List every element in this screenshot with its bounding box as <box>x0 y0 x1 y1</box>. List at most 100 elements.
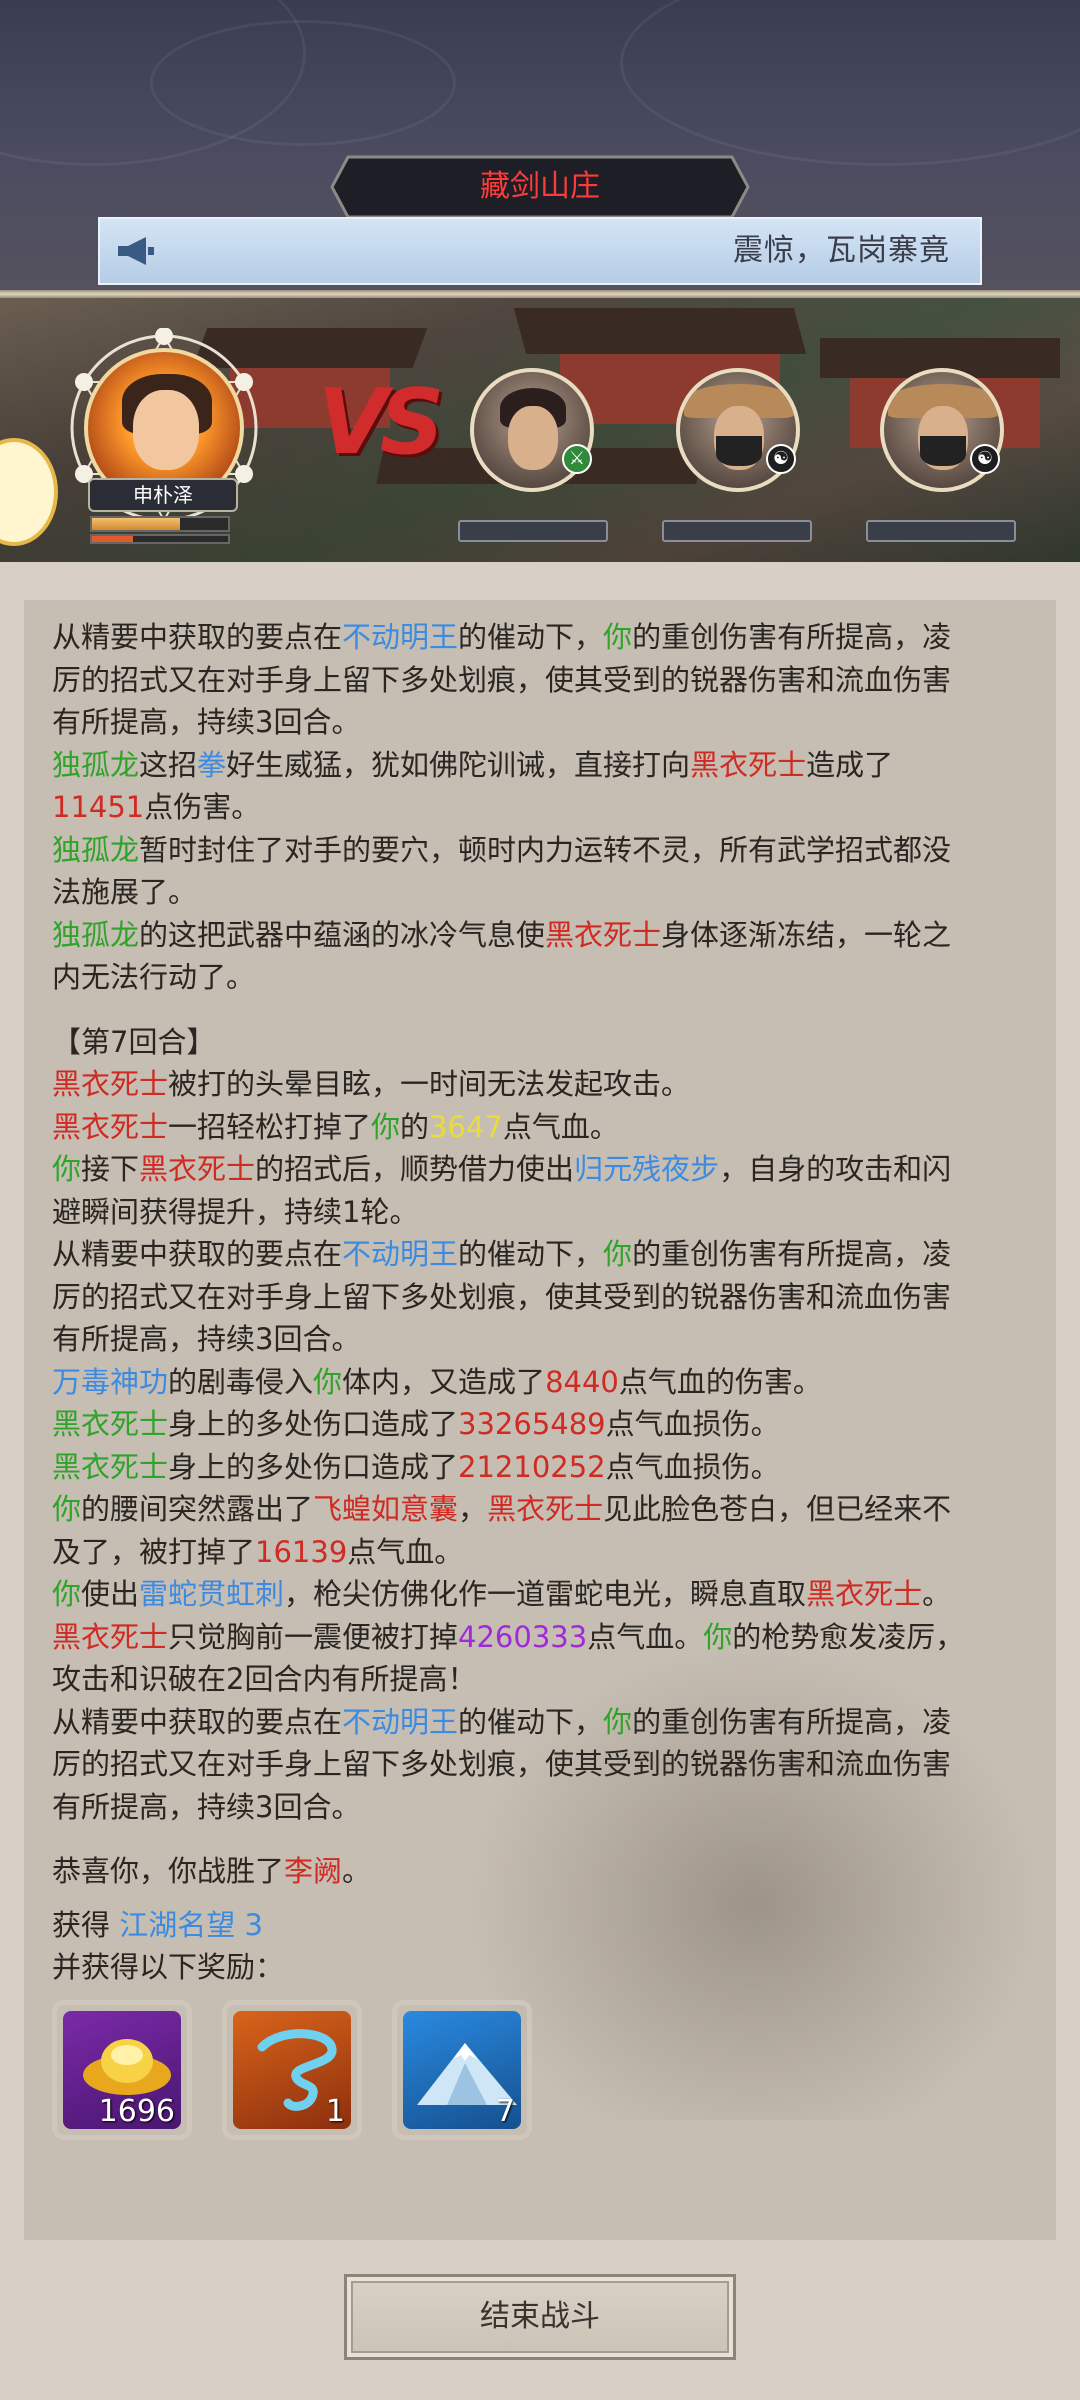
log-line: 独孤龙的这把武器中蕴涵的冰冷气息使黑衣死士身体逐渐冻结，一轮之 <box>52 914 1042 957</box>
log-highlight: 黑衣死士 <box>52 1449 169 1484</box>
log-line: 黑衣死士身上的多处伤口造成了33265489点气血损伤。 <box>52 1403 1042 1446</box>
log-highlight: 33265489 <box>458 1407 606 1441</box>
log-line: 及了，被打掉了16139点气血。 <box>52 1531 1042 1574</box>
log-text: 避瞬间获得提升，持续1轮。 <box>52 1194 419 1229</box>
log-text: 点气血。 <box>587 1619 704 1654</box>
log-highlight: 黑衣死士 <box>52 1109 169 1144</box>
log-line: 有所提高，持续3回合。 <box>52 1786 1042 1829</box>
log-line: 你使出雷蛇贯虹刺，枪尖仿佛化作一道雷蛇电光，瞬息直取黑衣死士。 <box>52 1573 1042 1616</box>
log-text: ， <box>458 1492 488 1526</box>
log-highlight: 独孤龙 <box>52 832 140 867</box>
side-badge-icon[interactable] <box>0 438 58 546</box>
sword-icon: ⚔ <box>562 444 592 474</box>
log-highlight: 你 <box>371 1109 401 1144</box>
enemy-hp-bar <box>458 520 608 542</box>
reward-item[interactable]: 1 <box>222 2000 362 2140</box>
log-text: 的催动下， <box>458 1704 604 1739</box>
log-highlight: 归元残夜步 <box>574 1152 720 1186</box>
log-highlight: 11451 <box>52 790 145 824</box>
log-text: 法施展了。 <box>52 875 198 909</box>
gold-ingot-icon <box>83 2039 171 2095</box>
log-text: 的重创伤害有所提高，凌 <box>632 1237 952 1271</box>
log-highlight: 8440 <box>545 1364 619 1399</box>
log-text: 厉的招式又在对手身上留下多处划痕，使其受到的锐器伤害和流血伤害 <box>52 1747 952 1781</box>
log-line: 恭喜你，你战胜了李阙。 <box>52 1850 1042 1893</box>
log-spacer <box>52 999 1042 1021</box>
yin-yang-icon: ☯ <box>970 444 1000 474</box>
log-line: 厉的招式又在对手身上留下多处划痕，使其受到的锐器伤害和流血伤害 <box>52 1276 1042 1319</box>
log-text: 接下 <box>81 1152 140 1186</box>
battle-log: 从精要中获取的要点在不动明王的催动下，你的重创伤害有所提高，凌 厉的招式又在对手身… <box>52 616 1042 1893</box>
log-highlight: 独孤龙 <box>52 747 140 782</box>
log-highlight: 不动明王 <box>342 1237 459 1271</box>
log-highlight: 21210252 <box>458 1449 606 1484</box>
player-name: 申朴泽 <box>88 478 238 512</box>
log-line: 有所提高，持续3回合。 <box>52 701 1042 744</box>
log-text: 的招式后，顺势借力使出 <box>255 1152 575 1186</box>
battle-log-panel[interactable]: 从精要中获取的要点在不动明王的催动下，你的重创伤害有所提高，凌 厉的招式又在对手身… <box>24 600 1056 2240</box>
location-plate: 藏剑山庄 <box>330 155 750 219</box>
log-line: 独孤龙暂时封住了对手的要穴，顿时内力运转不灵，所有武学招式都没 <box>52 829 1042 872</box>
log-highlight: 16139 <box>255 1534 348 1569</box>
log-text: 从精要中获取的要点在 <box>52 1704 343 1739</box>
player-hp-bar <box>90 516 230 532</box>
notice-text: 震惊，瓦岗寨竟 <box>733 233 950 268</box>
log-highlight: 雷蛇贯虹刺 <box>139 1577 285 1611</box>
log-highlight: 你 <box>52 1577 82 1611</box>
log-line: 从精要中获取的要点在不动明王的催动下，你的重创伤害有所提高，凌 <box>52 1233 1042 1276</box>
log-text: 身上的多处伤口造成了 <box>168 1407 459 1441</box>
log-line: 黑衣死士身上的多处伤口造成了21210252点气血损伤。 <box>52 1446 1042 1489</box>
log-text: 攻击和识破在2回合内有所提高！ <box>52 1662 477 1696</box>
log-text: 身体逐渐冻结，一轮之 <box>661 917 952 952</box>
log-line: 法施展了。 <box>52 871 1042 914</box>
extra-reward-label: 并获得以下奖励： <box>52 1950 285 1984</box>
log-highlight: 3647 <box>429 1109 503 1144</box>
log-text: 有所提高，持续3回合。 <box>52 1789 361 1824</box>
log-text: 【第7回合】 <box>52 1024 216 1059</box>
log-line: 从精要中获取的要点在不动明王的催动下，你的重创伤害有所提高，凌 <box>52 1701 1042 1744</box>
reward-item[interactable]: 1696 <box>52 2000 192 2140</box>
log-highlight: 你 <box>603 620 633 654</box>
log-text: 内无法行动了。 <box>52 960 256 994</box>
log-text: 的剧毒侵入 <box>168 1364 314 1399</box>
reward-item[interactable]: 7 <box>392 2000 532 2140</box>
log-highlight: 李阙 <box>284 1854 343 1888</box>
log-line: 黑衣死士一招轻松打掉了你的3647点气血。 <box>52 1106 1042 1149</box>
log-text: 恭喜你，你战胜了 <box>52 1854 285 1888</box>
log-highlight: 黑衣死士 <box>545 917 662 952</box>
log-text: 使出 <box>81 1577 140 1611</box>
log-text: 点气血。 <box>347 1534 464 1569</box>
log-line: 你接下黑衣死士的招式后，顺势借力使出归元残夜步，自身的攻击和闪 <box>52 1148 1042 1191</box>
log-highlight: 4260333 <box>458 1619 588 1654</box>
log-text: 。 <box>922 1577 952 1611</box>
end-battle-button[interactable]: 结束战斗 <box>344 2274 736 2360</box>
log-text: 见此脸色苍白，但已经来不 <box>603 1492 952 1526</box>
log-text: 的腰间突然露出了 <box>81 1492 314 1526</box>
notice-banner[interactable]: 震惊，瓦岗寨竟 <box>98 217 982 285</box>
log-text: 点气血损伤。 <box>605 1449 780 1484</box>
log-highlight: 黑衣死士 <box>139 1152 256 1186</box>
reputation-value: 江湖名望 3 <box>119 1908 263 1942</box>
log-text: 这招 <box>139 747 198 782</box>
log-highlight: 你 <box>52 1152 82 1186</box>
log-highlight: 黑衣死士 <box>806 1577 923 1611</box>
reward-quantity: 1696 <box>98 2094 175 2129</box>
log-text: 厉的招式又在对手身上留下多处划痕，使其受到的锐器伤害和流血伤害 <box>52 662 952 697</box>
location-title: 藏剑山庄 <box>480 169 600 204</box>
battle-scene: 申朴泽 VS ⚔ ☯ ☯ <box>0 298 1080 562</box>
log-text: 只觉胸前一震便被打掉 <box>168 1619 459 1654</box>
building-roof <box>513 308 807 354</box>
log-text: 的重创伤害有所提高，凌 <box>632 620 952 654</box>
log-text: 厉的招式又在对手身上留下多处划痕，使其受到的锐器伤害和流血伤害 <box>52 1279 952 1314</box>
log-line: 攻击和识破在2回合内有所提高！ <box>52 1658 1042 1701</box>
log-text: 的 <box>400 1109 430 1144</box>
log-text: 点气血。 <box>502 1109 619 1144</box>
log-line: 11451点伤害。 <box>52 786 1042 829</box>
log-line: 避瞬间获得提升，持续1轮。 <box>52 1191 1042 1234</box>
log-text: 有所提高，持续3回合。 <box>52 705 361 739</box>
divider <box>0 290 1080 298</box>
enemy-hp-bar <box>866 520 1016 542</box>
cloud-pattern <box>620 0 1080 166</box>
top-header: 藏剑山庄 震惊，瓦岗寨竟 <box>0 0 1080 290</box>
log-line: 有所提高，持续3回合。 <box>52 1318 1042 1361</box>
